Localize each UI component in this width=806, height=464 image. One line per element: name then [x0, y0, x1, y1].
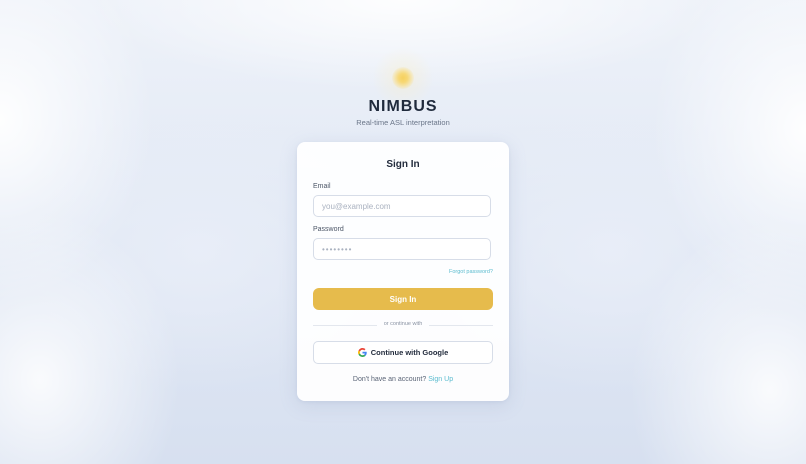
sun-icon — [372, 47, 434, 109]
sign-in-button[interactable]: Sign In — [313, 288, 493, 310]
signup-prompt: Don't have an account? — [352, 376, 427, 383]
sign-in-card: Sign In Email Password Forgot password? … — [297, 142, 509, 401]
forgot-password-link[interactable]: Forgot password? — [449, 269, 493, 275]
signup-row: Don't have an account? Sign Up — [297, 376, 509, 383]
google-icon — [357, 348, 367, 357]
email-field[interactable] — [313, 195, 491, 217]
divider-text: or continue with — [383, 321, 423, 327]
card-title: Sign In — [386, 159, 420, 170]
email-label: Email — [313, 183, 331, 190]
brand-title: NIMBUS — [368, 98, 438, 115]
password-label: Password — [313, 226, 344, 233]
google-sign-in-button[interactable]: Continue with Google — [313, 341, 493, 364]
divider: or continue with — [313, 320, 493, 330]
divider-line-right — [429, 325, 493, 326]
sign-up-link[interactable]: Sign Up — [428, 376, 453, 383]
password-field[interactable] — [313, 238, 491, 260]
google-button-label: Continue with Google — [370, 348, 449, 357]
brand-tagline: Real-time ASL interpretation — [356, 118, 450, 127]
